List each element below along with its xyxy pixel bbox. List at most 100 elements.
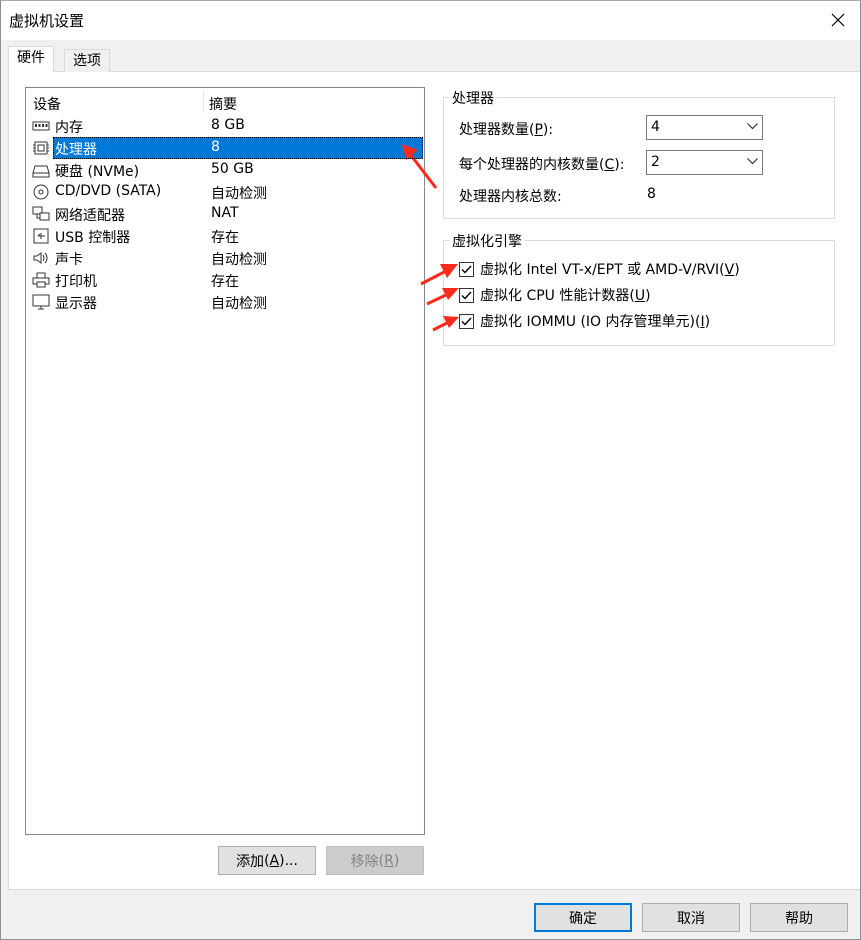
hard-disk-icon bbox=[32, 162, 50, 178]
network-adapter-icon bbox=[32, 206, 50, 222]
virtualize-cpu-counters-label: 虚拟化 CPU 性能计数器(U) bbox=[480, 285, 651, 305]
remove-button-mnemonic: R bbox=[384, 852, 394, 869]
checkmark-icon bbox=[461, 265, 472, 274]
help-button-label: 帮助 bbox=[785, 910, 813, 927]
processor-count-label-text: 处理器数量 bbox=[459, 122, 529, 138]
device-name: 硬盘 (NVMe) bbox=[55, 164, 140, 180]
cores-per-processor-select[interactable]: 2 bbox=[646, 150, 763, 175]
cancel-button[interactable]: 取消 bbox=[642, 903, 740, 932]
remove-device-button[interactable]: 移除(R) bbox=[326, 846, 424, 875]
help-button[interactable]: 帮助 bbox=[750, 903, 848, 932]
option-mnemonic: V bbox=[724, 262, 735, 278]
cores-label-mnemonic: C bbox=[604, 157, 615, 173]
printer-icon bbox=[32, 272, 50, 288]
device-summary: 自动检测 bbox=[211, 252, 267, 268]
processor-count-label-mnemonic: P bbox=[534, 122, 543, 138]
virtualize-vtx-checkbox[interactable]: 虚拟化 Intel VT-x/EPT 或 AMD-V/RVI(V) bbox=[459, 259, 740, 279]
option-text: 虚拟化 Intel VT-x/EPT 或 AMD-V/RVI bbox=[480, 262, 720, 278]
device-name: 显示器 bbox=[55, 296, 97, 312]
device-row-hard-disk[interactable]: 硬盘 (NVMe) 50 GB bbox=[28, 159, 422, 181]
cores-per-processor-label: 每个处理器的内核数量(C): bbox=[459, 154, 624, 174]
device-row-usb-controller[interactable]: USB 控制器 存在 bbox=[28, 225, 422, 247]
option-mnemonic: U bbox=[634, 288, 646, 304]
processor-icon bbox=[32, 140, 50, 156]
sound-card-icon bbox=[32, 250, 50, 266]
remove-button-paren-close: ) bbox=[393, 852, 400, 869]
cores-label-text: 每个处理器的内核数量 bbox=[459, 157, 599, 173]
processor-count-label-paren-close: ): bbox=[542, 122, 554, 138]
device-list[interactable]: 设备 摘要 内存 8 GB 处理器 8 硬盘 (NVMe) 50 GB CD/D… bbox=[25, 87, 425, 835]
cores-label-paren-close: ): bbox=[614, 157, 625, 173]
device-summary: 自动检测 bbox=[211, 186, 267, 202]
option-paren-close: ) bbox=[734, 262, 740, 278]
memory-icon bbox=[32, 118, 50, 134]
tab-hardware[interactable]: 硬件 bbox=[8, 46, 54, 72]
device-row-network-adapter[interactable]: 网络适配器 NAT bbox=[28, 203, 422, 225]
remove-button-label: 移除 bbox=[350, 853, 379, 870]
device-row-sound-card[interactable]: 声卡 自动检测 bbox=[28, 247, 422, 269]
device-summary: 50 GB bbox=[211, 161, 254, 177]
device-summary: NAT bbox=[211, 205, 239, 221]
virtualize-iommu-checkbox[interactable]: 虚拟化 IOMMU (IO 内存管理单元)(I) bbox=[459, 311, 710, 331]
device-list-header: 设备 摘要 bbox=[26, 88, 424, 114]
device-summary: 自动检测 bbox=[211, 296, 267, 312]
checkbox-box[interactable] bbox=[459, 261, 474, 277]
checkmark-icon bbox=[461, 291, 472, 300]
window-title: 虚拟机设置 bbox=[9, 12, 85, 30]
total-cores-value: 8 bbox=[647, 186, 656, 202]
device-summary: 存在 bbox=[211, 230, 239, 246]
option-paren-close: ) bbox=[704, 314, 711, 330]
device-row-printer[interactable]: 打印机 存在 bbox=[28, 269, 422, 291]
close-icon bbox=[831, 13, 845, 27]
processor-group-title: 处理器 bbox=[449, 88, 497, 108]
device-summary: 存在 bbox=[211, 274, 239, 290]
option-text: 虚拟化 CPU 性能计数器 bbox=[480, 288, 630, 304]
virtualize-vtx-label: 虚拟化 Intel VT-x/EPT 或 AMD-V/RVI(V) bbox=[480, 259, 740, 279]
title-bar: 虚拟机设置 bbox=[0, 0, 861, 40]
option-paren-close: ) bbox=[645, 288, 651, 304]
checkbox-box[interactable] bbox=[459, 313, 474, 329]
processor-count-select[interactable]: 4 bbox=[646, 115, 763, 140]
focus-rectangle bbox=[53, 137, 423, 159]
add-device-button[interactable]: 添加(A)... bbox=[218, 846, 316, 875]
total-cores-label: 处理器内核总数: bbox=[459, 189, 562, 205]
device-name: USB 控制器 bbox=[55, 230, 131, 246]
chevron-down-icon bbox=[747, 123, 758, 130]
tab-options[interactable]: 选项 bbox=[64, 49, 110, 72]
device-summary: 8 GB bbox=[211, 117, 245, 133]
device-row-memory[interactable]: 内存 8 GB bbox=[28, 115, 422, 137]
add-button-paren-close: )... bbox=[279, 852, 298, 869]
column-header-summary[interactable]: 摘要 bbox=[209, 94, 237, 114]
cd-dvd-icon bbox=[32, 184, 50, 200]
display-icon bbox=[32, 294, 50, 310]
virtualization-group-title: 虚拟化引擎 bbox=[449, 231, 525, 251]
ok-button[interactable]: 确定 bbox=[534, 903, 632, 932]
column-header-device[interactable]: 设备 bbox=[33, 94, 61, 114]
virtualize-iommu-label: 虚拟化 IOMMU (IO 内存管理单元)(I) bbox=[480, 311, 710, 331]
checkbox-box[interactable] bbox=[459, 287, 474, 303]
option-text: 虚拟化 IOMMU (IO 内存管理单元) bbox=[480, 314, 695, 330]
column-separator[interactable] bbox=[203, 91, 204, 113]
device-name: 声卡 bbox=[55, 252, 83, 268]
device-name: 内存 bbox=[55, 120, 83, 136]
device-row-display[interactable]: 显示器 自动检测 bbox=[28, 291, 422, 313]
checkmark-icon bbox=[461, 317, 472, 326]
tab-options-label: 选项 bbox=[73, 53, 101, 69]
device-name: 网络适配器 bbox=[55, 208, 125, 224]
chevron-down-icon bbox=[747, 158, 758, 165]
processor-count-label: 处理器数量(P): bbox=[459, 119, 553, 139]
add-button-label: 添加 bbox=[236, 853, 265, 870]
processor-count-value: 4 bbox=[651, 119, 660, 135]
device-name: CD/DVD (SATA) bbox=[55, 183, 162, 199]
device-name: 打印机 bbox=[55, 274, 97, 290]
ok-button-label: 确定 bbox=[569, 910, 597, 927]
device-row-processor[interactable]: 处理器 8 bbox=[28, 137, 423, 159]
cores-per-processor-value: 2 bbox=[651, 154, 660, 170]
device-row-cd-dvd[interactable]: CD/DVD (SATA) 自动检测 bbox=[28, 181, 422, 203]
virtualize-cpu-counters-checkbox[interactable]: 虚拟化 CPU 性能计数器(U) bbox=[459, 285, 651, 305]
close-button[interactable] bbox=[815, 0, 861, 40]
usb-controller-icon bbox=[32, 228, 50, 244]
cancel-button-label: 取消 bbox=[677, 910, 705, 927]
add-button-mnemonic: A bbox=[269, 852, 280, 869]
tab-hardware-label: 硬件 bbox=[17, 50, 45, 66]
